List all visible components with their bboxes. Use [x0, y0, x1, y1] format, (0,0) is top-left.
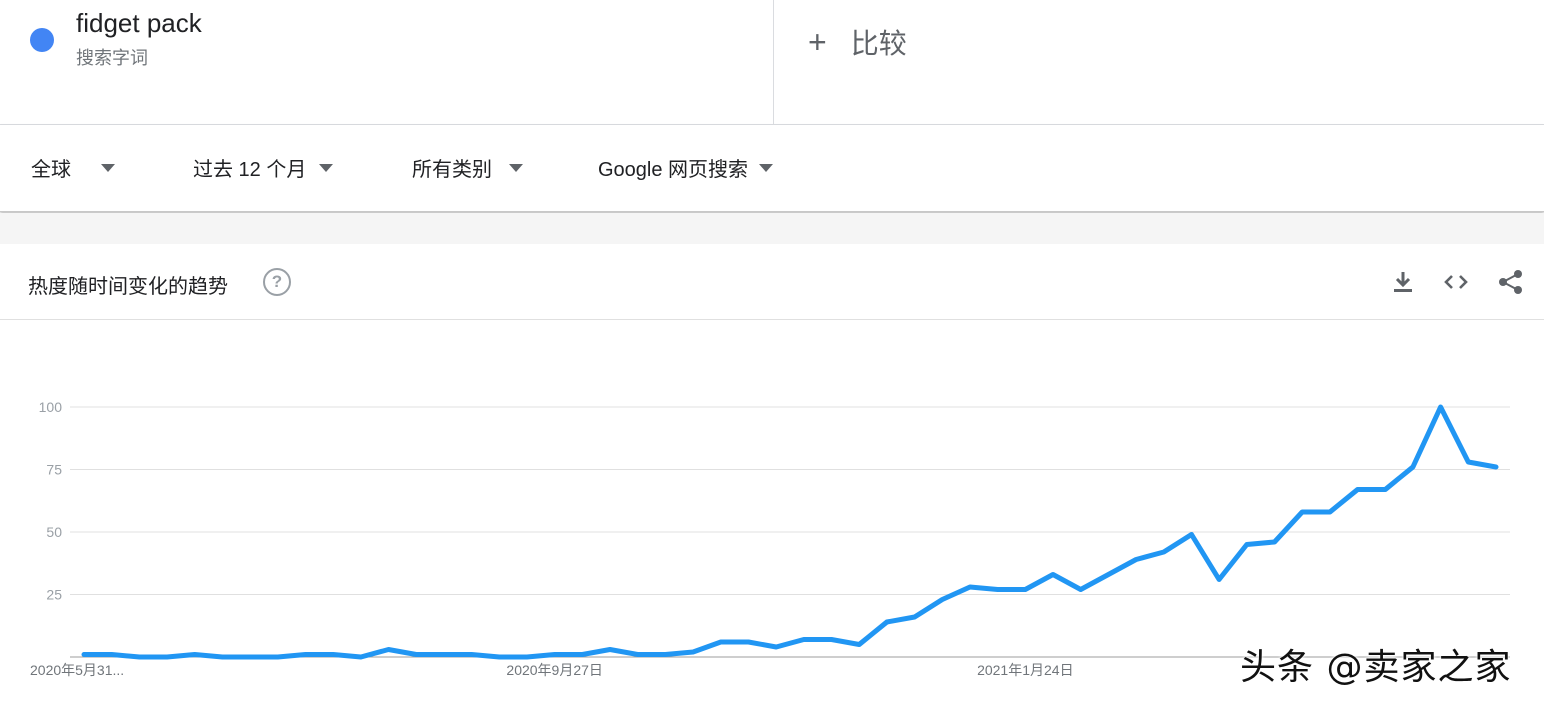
chart-gridlines: [70, 406, 1510, 658]
x-tick-label: 2021年1月24日: [977, 662, 1074, 678]
filter-time-range[interactable]: 过去 12 个月: [193, 153, 334, 182]
y-tick-label: 50: [46, 524, 62, 540]
filter-search-type[interactable]: Google 网页搜索: [598, 153, 774, 182]
search-term-subtitle: 搜索字词: [76, 48, 148, 68]
help-icon[interactable]: ?: [263, 268, 291, 296]
filter-bar: 全球 过去 12 个月 所有类别 Google 网页搜索: [0, 125, 1544, 212]
series-color-dot: [30, 28, 54, 52]
code-icon[interactable]: [1442, 268, 1470, 296]
y-tick-label: 75: [46, 462, 62, 478]
x-tick-label: 2020年9月27日: [506, 662, 603, 678]
filter-category-label: 所有类别: [412, 159, 492, 181]
y-tick-label: 25: [46, 587, 62, 603]
share-icon[interactable]: [1497, 268, 1525, 296]
filter-time-label: 过去 12 个月: [193, 159, 307, 181]
filter-region-label: 全球: [31, 159, 71, 181]
caret-down-icon: [101, 163, 115, 172]
search-term-name[interactable]: fidget pack: [76, 8, 202, 39]
filter-region[interactable]: 全球: [31, 153, 115, 182]
y-tick-label: 100: [39, 399, 63, 415]
compare-label: 比较: [850, 28, 907, 59]
watermark: 头条 @卖家之家: [1240, 647, 1512, 688]
caret-down-icon: [759, 163, 774, 172]
filter-category[interactable]: 所有类别: [412, 153, 523, 182]
compare-button[interactable]: + 比较: [808, 22, 907, 62]
chart-y-ticks: 100 75 50 25: [39, 399, 63, 603]
caret-down-icon: [319, 163, 334, 172]
plus-icon: +: [808, 24, 827, 60]
chart-card-header: 热度随时间变化的趋势 ?: [0, 244, 1544, 320]
search-term-panel[interactable]: fidget pack 搜索字词: [0, 0, 774, 124]
caret-down-icon: [509, 163, 523, 172]
chart-x-ticks: 2020年5月31... 2020年9月27日 2021年1月24日: [30, 662, 1074, 678]
download-icon[interactable]: [1389, 268, 1417, 296]
filter-search-type-label: Google 网页搜索: [598, 159, 749, 181]
chart-card-title: 热度随时间变化的趋势: [28, 276, 228, 298]
x-tick-label: 2020年5月31...: [30, 662, 124, 678]
section-gap: [0, 213, 1544, 244]
header: fidget pack 搜索字词 + 比较: [0, 0, 1544, 125]
